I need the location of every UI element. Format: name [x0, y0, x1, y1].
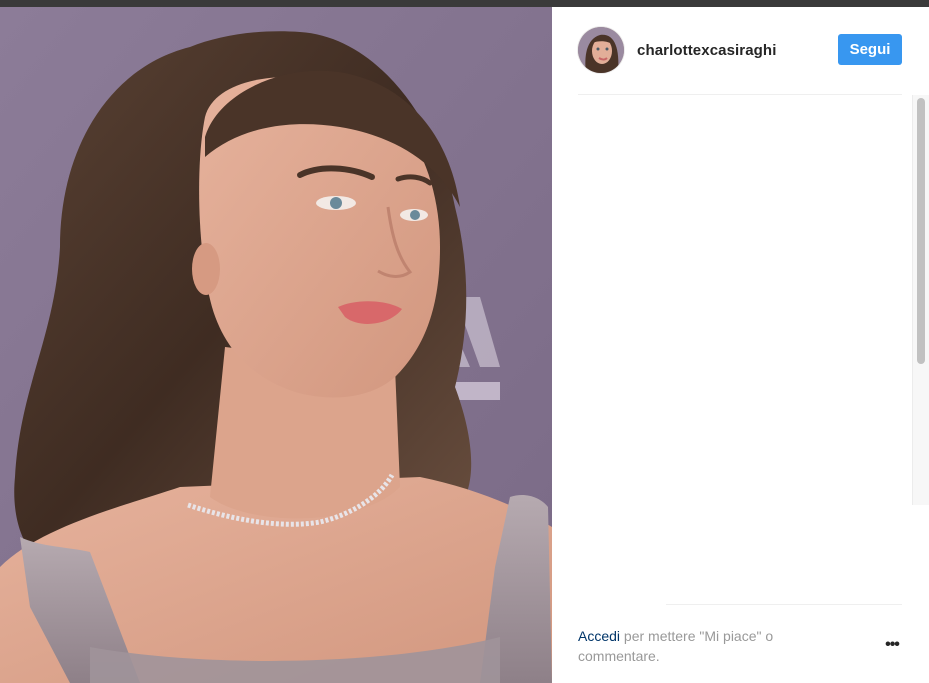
actions-divider — [666, 604, 902, 605]
portrait-image — [0, 7, 552, 683]
window-top-bar — [0, 0, 929, 7]
comments-area[interactable] — [578, 95, 912, 505]
username-link[interactable]: charlottexcasiraghi — [637, 42, 776, 59]
follow-button[interactable]: Segui — [838, 34, 902, 65]
post-side-panel: charlottexcasiraghi Segui Accedi per met… — [552, 7, 929, 683]
login-prompt: Accedi per mettere "Mi piace" o commenta… — [578, 626, 838, 666]
login-link[interactable]: Accedi — [578, 628, 620, 644]
comments-scrollbar[interactable] — [912, 95, 929, 505]
scrollbar-thumb[interactable] — [917, 98, 925, 364]
avatar[interactable] — [578, 27, 624, 73]
more-options-icon[interactable]: ••• — [882, 637, 902, 655]
avatar-image — [578, 27, 624, 73]
post-photo[interactable] — [0, 7, 552, 683]
post-header: charlottexcasiraghi Segui — [552, 7, 929, 94]
